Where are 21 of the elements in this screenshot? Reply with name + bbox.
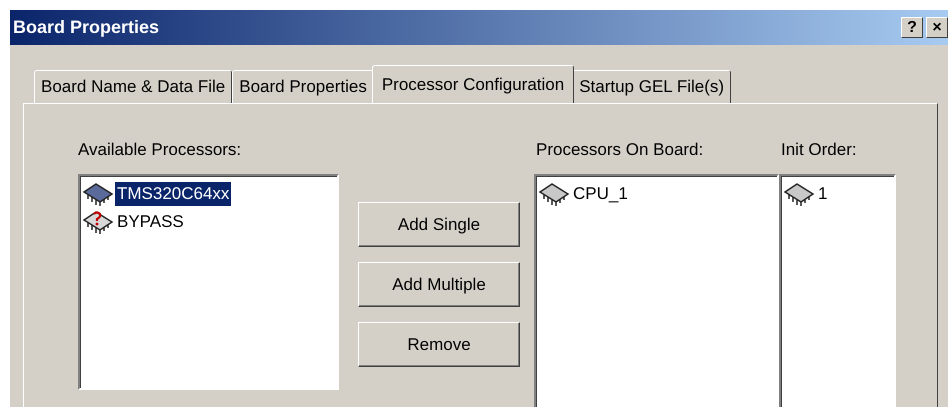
list-item[interactable]: TMS320C64xx	[115, 182, 232, 206]
tab[interactable]: Board Name & Data File	[34, 70, 232, 103]
list-item[interactable]: 1	[816, 182, 830, 206]
tab[interactable]: Startup GEL File(s)	[572, 70, 732, 103]
help-button[interactable]: ?	[901, 17, 923, 38]
list-label: Processors On Board:	[535, 140, 704, 160]
action-button[interactable]: Remove	[358, 322, 520, 367]
close-button[interactable]: ×	[926, 17, 948, 38]
chip-icon	[82, 181, 114, 207]
tab[interactable]: Board Properties	[232, 70, 374, 103]
chip-icon	[538, 181, 570, 207]
action-button[interactable]: Add Multiple	[358, 262, 520, 307]
list-label: Init Order:	[780, 140, 858, 160]
window-title: Board Properties	[13, 17, 160, 38]
action-button[interactable]: Add Single	[358, 202, 520, 247]
chip-icon	[783, 181, 815, 207]
list-item[interactable]: BYPASS	[115, 210, 186, 234]
list-label: Available Processors:	[78, 140, 242, 160]
chip-question-icon	[82, 209, 114, 235]
list-item[interactable]: CPU_1	[571, 182, 630, 206]
tab[interactable]: Processor Configuration	[372, 65, 574, 103]
